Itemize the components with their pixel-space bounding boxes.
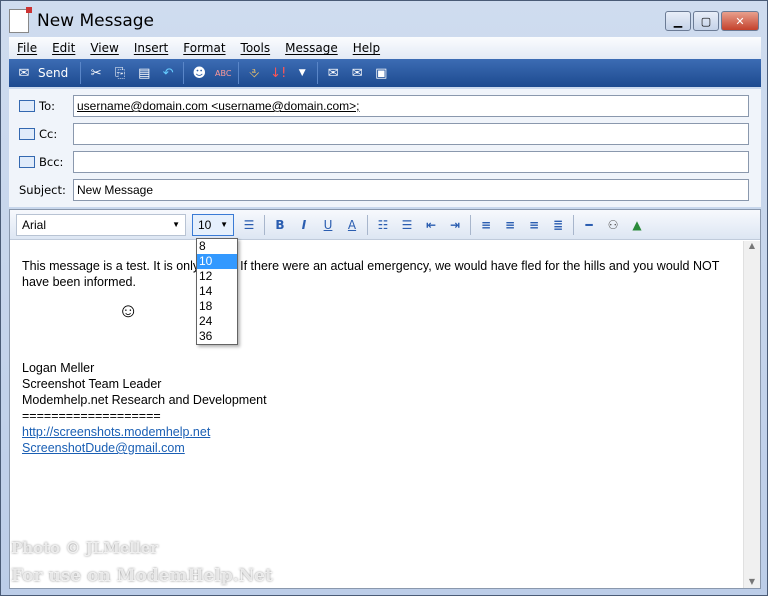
- menu-edit[interactable]: Edit: [52, 41, 75, 55]
- cut-icon[interactable]: ✂: [87, 64, 105, 82]
- undo-icon[interactable]: ↶: [159, 64, 177, 82]
- size-option[interactable]: 24: [197, 314, 237, 329]
- italic-icon[interactable]: I: [295, 216, 313, 234]
- cc-button[interactable]: Cc:: [19, 127, 57, 141]
- watermark: Photo © JLMeller: [11, 539, 159, 557]
- bold-icon[interactable]: B: [271, 216, 289, 234]
- increase-indent-icon[interactable]: ⇥: [446, 216, 464, 234]
- font-select[interactable]: Arial ▼: [16, 213, 186, 236]
- divider: [238, 62, 240, 84]
- encrypt-icon[interactable]: ✉: [348, 64, 366, 82]
- menu-view[interactable]: View: [90, 41, 118, 55]
- new-message-window: New Message ▁ ▢ ✕ File Edit View Insert …: [0, 0, 768, 596]
- font-size-select[interactable]: 10 ▼: [192, 213, 234, 236]
- work-offline-icon[interactable]: ▣: [372, 64, 390, 82]
- address-book-icon: [19, 156, 35, 168]
- scroll-up-icon[interactable]: ▲: [744, 241, 760, 250]
- divider: [80, 62, 82, 84]
- menu-bar: File Edit View Insert Format Tools Messa…: [9, 37, 761, 59]
- divider: [183, 62, 185, 84]
- sign-icon[interactable]: ✉: [324, 64, 342, 82]
- to-field[interactable]: [73, 95, 749, 117]
- cc-field[interactable]: [73, 123, 749, 145]
- justify-icon[interactable]: ≣: [549, 216, 567, 234]
- underline-icon[interactable]: U: [319, 216, 337, 234]
- numbered-list-icon[interactable]: ☷: [374, 216, 392, 234]
- copy-icon[interactable]: ⎘: [111, 64, 129, 82]
- priority-icon[interactable]: ↓!: [269, 64, 287, 82]
- watermark: For use on ModemHelp.Net: [11, 566, 273, 586]
- maximize-button[interactable]: ▢: [693, 11, 719, 31]
- size-option[interactable]: 14: [197, 284, 237, 299]
- format-toolbar: Arial ▼ 10 ▼ ☰ B I U A ☷ ☰ ⇤ ⇥ ≡ ≡ ≡ ≣ ━ ⚇…: [10, 210, 760, 240]
- decrease-indent-icon[interactable]: ⇤: [422, 216, 440, 234]
- subject-label: Subject:: [19, 183, 66, 197]
- align-center-icon[interactable]: ≡: [501, 216, 519, 234]
- send-button[interactable]: ✉ Send: [15, 64, 74, 82]
- align-left-icon[interactable]: ≡: [477, 216, 495, 234]
- priority-dropdown-icon[interactable]: ▼: [293, 64, 311, 82]
- size-option[interactable]: 12: [197, 269, 237, 284]
- vertical-scrollbar[interactable]: ▲ ▼: [743, 241, 760, 588]
- paragraph-style-icon[interactable]: ☰: [240, 216, 258, 234]
- bcc-button[interactable]: Bcc:: [19, 155, 63, 169]
- divider: [367, 214, 368, 235]
- font-color-icon[interactable]: A: [343, 216, 361, 234]
- bcc-field[interactable]: [73, 151, 749, 173]
- menu-format[interactable]: Format: [183, 41, 225, 55]
- paste-icon[interactable]: ▤: [135, 64, 153, 82]
- hyperlink-icon[interactable]: ⚇: [604, 216, 622, 234]
- chevron-down-icon: ▼: [172, 220, 180, 229]
- address-book-icon: [19, 100, 35, 112]
- title-bar: New Message: [9, 7, 154, 35]
- chevron-down-icon: ▼: [220, 220, 228, 229]
- size-option[interactable]: 18: [197, 299, 237, 314]
- check-names-icon[interactable]: ☻: [190, 64, 208, 82]
- message-icon: [9, 7, 32, 33]
- size-option[interactable]: 8: [197, 239, 237, 254]
- to-button[interactable]: To:: [19, 99, 55, 113]
- message-body[interactable]: This message is a test. It is only a tes…: [22, 258, 738, 456]
- message-header: To: Cc: Bcc: Subject:: [9, 89, 761, 207]
- close-button[interactable]: ✕: [721, 11, 759, 31]
- window-title: New Message: [37, 11, 154, 31]
- website-link[interactable]: http://screenshots.modemhelp.net: [22, 424, 738, 440]
- menu-file[interactable]: File: [17, 41, 37, 55]
- address-book-icon: [19, 128, 35, 140]
- divider: [573, 214, 574, 235]
- attach-icon[interactable]: ⎀: [245, 64, 263, 82]
- email-link[interactable]: ScreenshotDude@gmail.com: [22, 440, 738, 456]
- insert-picture-icon[interactable]: ▲: [628, 216, 646, 234]
- menu-help[interactable]: Help: [353, 41, 380, 55]
- message-editor: Arial ▼ 10 ▼ ☰ B I U A ☷ ☰ ⇤ ⇥ ≡ ≡ ≡ ≣ ━ ⚇…: [9, 209, 761, 589]
- size-option[interactable]: 36: [197, 329, 237, 344]
- bullet-list-icon[interactable]: ☰: [398, 216, 416, 234]
- size-option-selected[interactable]: 10: [197, 254, 237, 269]
- menu-message[interactable]: Message: [285, 41, 338, 55]
- font-size-dropdown: 8 10 12 14 18 24 36: [196, 238, 238, 345]
- minimize-button[interactable]: ▁: [665, 11, 691, 31]
- send-icon: ✉: [18, 65, 30, 81]
- scroll-down-icon[interactable]: ▼: [744, 577, 760, 586]
- divider: [470, 214, 471, 235]
- horizontal-line-icon[interactable]: ━: [580, 216, 598, 234]
- spelling-icon[interactable]: ABC: [214, 64, 232, 82]
- divider: [264, 214, 265, 235]
- align-right-icon[interactable]: ≡: [525, 216, 543, 234]
- subject-field[interactable]: [73, 179, 749, 201]
- divider: [317, 62, 319, 84]
- menu-tools[interactable]: Tools: [241, 41, 271, 55]
- menu-insert[interactable]: Insert: [134, 41, 168, 55]
- toolbar: ✉ Send ✂ ⎘ ▤ ↶ ☻ ABC ⎀ ↓! ▼ ✉ ✉ ▣: [9, 59, 761, 87]
